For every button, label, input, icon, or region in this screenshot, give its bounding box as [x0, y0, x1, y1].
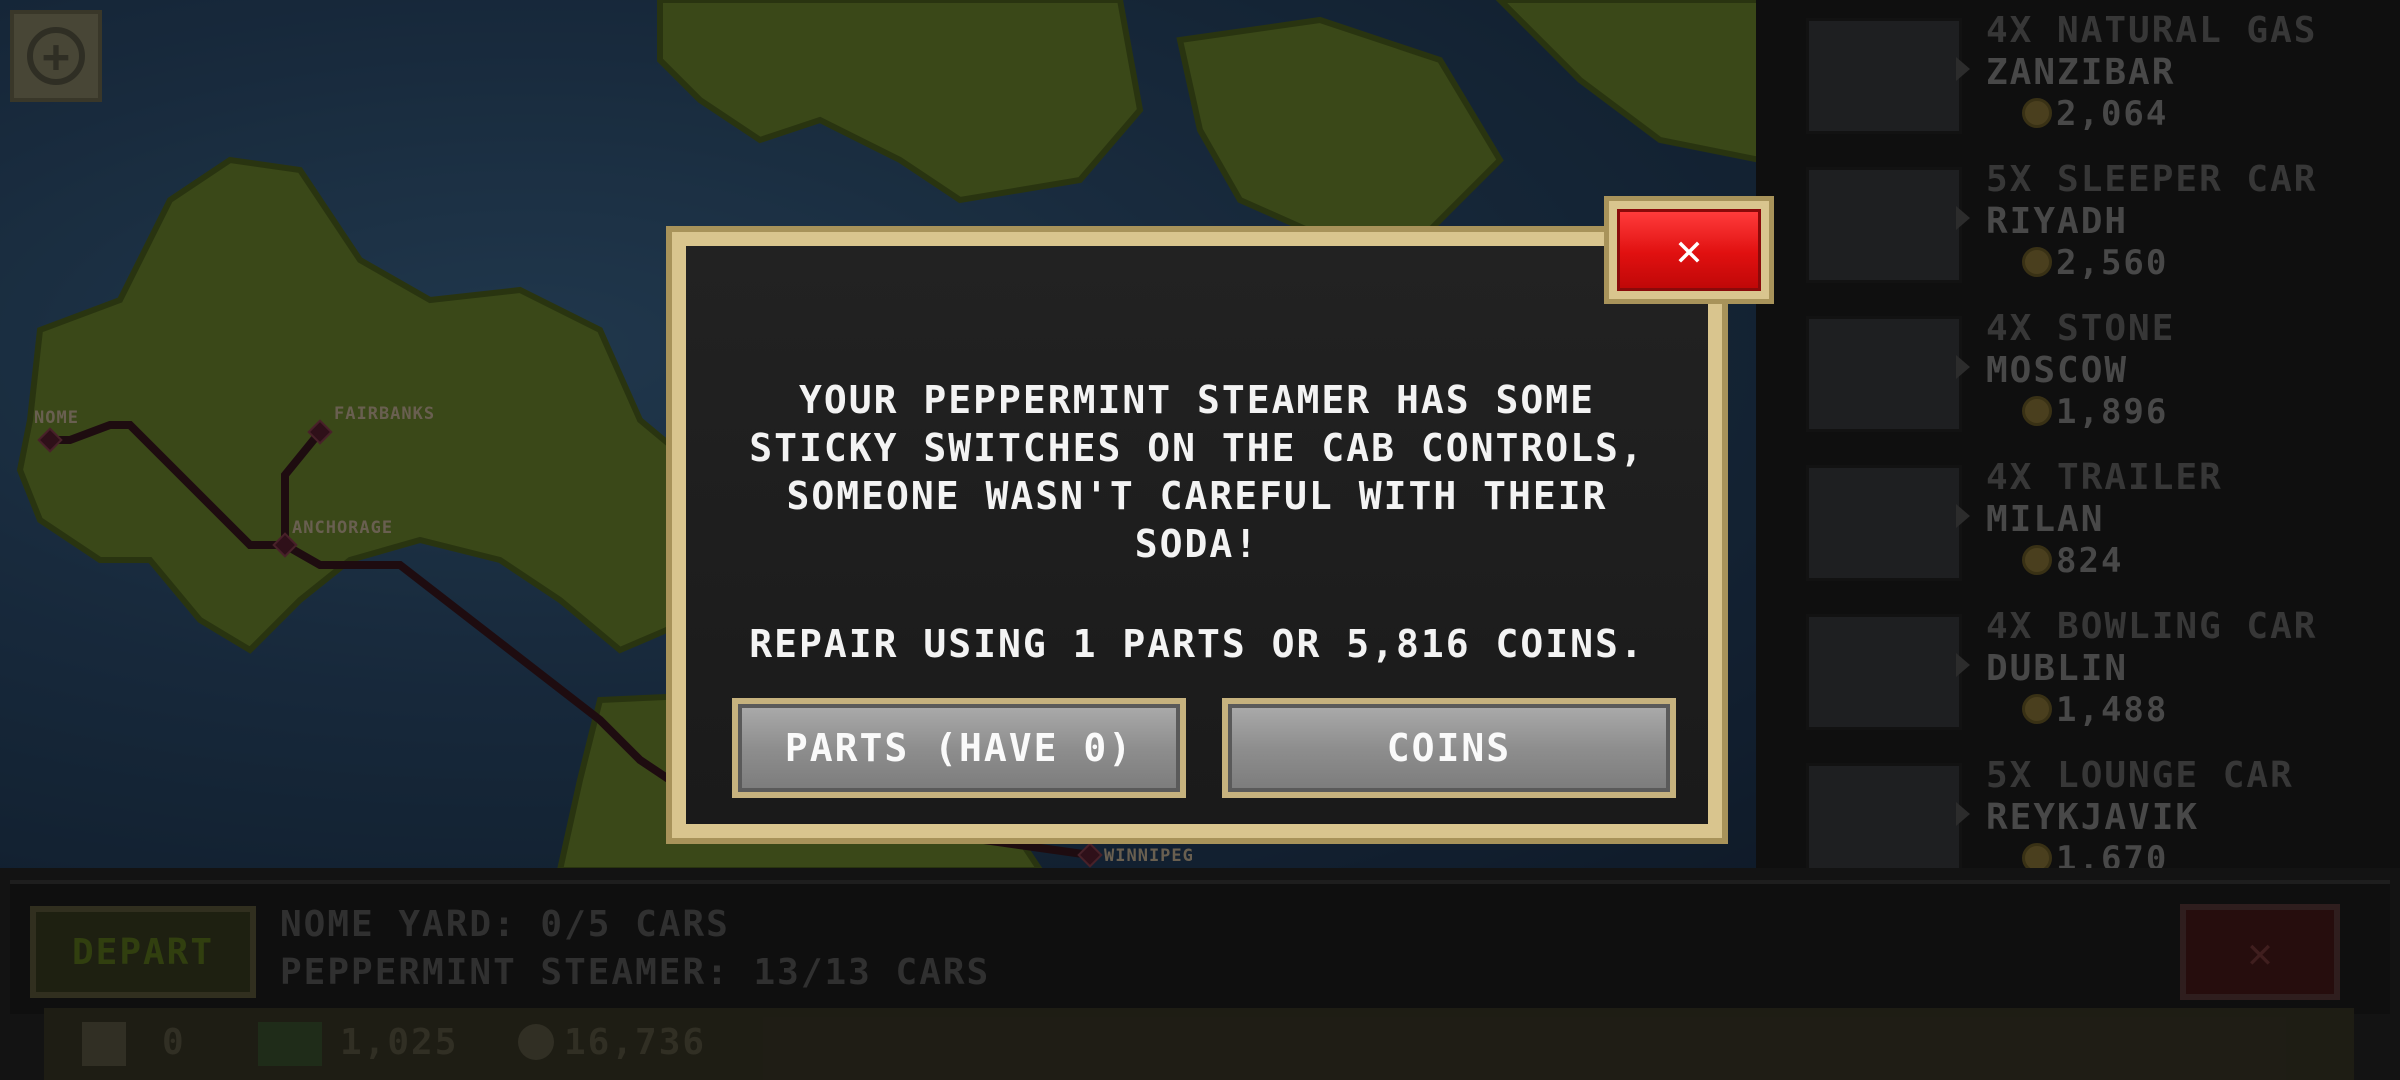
- repair-dialog: YOUR PEPPERMINT STEAMER HAS SOME STICKY …: [666, 226, 1728, 844]
- coins-button[interactable]: COINS: [1222, 698, 1676, 798]
- close-icon: ✕: [1617, 209, 1761, 291]
- repair-message: YOUR PEPPERMINT STEAMER HAS SOME STICKY …: [749, 378, 1645, 566]
- parts-button-label: PARTS (HAVE 0): [738, 704, 1180, 792]
- repair-cost-text: REPAIR USING 1 PARTS OR 5,816 COINS.: [749, 622, 1645, 666]
- repair-dialog-body: YOUR PEPPERMINT STEAMER HAS SOME STICKY …: [686, 246, 1708, 824]
- coins-button-label: COINS: [1228, 704, 1670, 792]
- parts-button[interactable]: PARTS (HAVE 0): [732, 698, 1186, 798]
- dialog-close-button[interactable]: ✕: [1604, 196, 1774, 304]
